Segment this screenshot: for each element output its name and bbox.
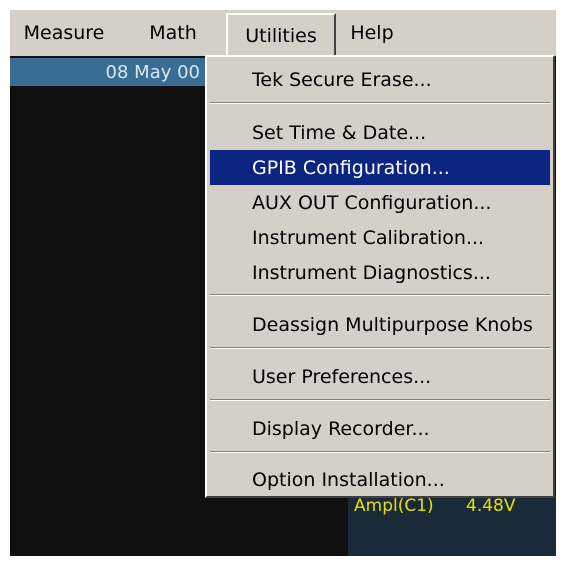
menu-utilities-label: Utilities xyxy=(245,24,317,47)
menu-item-label: Instrument Calibration... xyxy=(252,226,485,249)
menu-item-option-installation[interactable]: Option Installation... xyxy=(210,462,550,497)
menu-item-label: Option Installation... xyxy=(252,468,445,491)
menu-help[interactable]: Help xyxy=(344,10,400,56)
menu-separator xyxy=(210,399,550,401)
menu-math[interactable]: Math xyxy=(138,10,208,56)
measurement-label: Ampl(C1) xyxy=(354,496,434,516)
menu-item-instrument-diagnostics[interactable]: Instrument Diagnostics... xyxy=(210,255,550,290)
menu-item-label: Deassign Multipurpose Knobs xyxy=(252,313,533,336)
menu-measure[interactable]: Measure xyxy=(16,10,112,56)
menu-item-aux-out-configuration[interactable]: AUX OUT Configuration... xyxy=(210,185,550,220)
menu-item-set-time-date[interactable]: Set Time & Date... xyxy=(210,115,550,150)
menu-separator xyxy=(210,102,550,104)
menu-item-label: User Preferences... xyxy=(252,365,432,388)
menu-separator xyxy=(210,451,550,453)
menu-item-instrument-calibration[interactable]: Instrument Calibration... xyxy=(210,220,550,255)
menu-item-tek-secure-erase[interactable]: Tek Secure Erase... xyxy=(210,62,550,97)
menu-item-label: Instrument Diagnostics... xyxy=(252,261,491,284)
menu-separator xyxy=(210,347,550,349)
menu-item-label: Tek Secure Erase... xyxy=(252,68,432,91)
menu-separator xyxy=(210,294,550,296)
menu-item-label: AUX OUT Configuration... xyxy=(252,191,492,214)
menu-utilities[interactable]: Utilities xyxy=(226,13,336,56)
menu-measure-label: Measure xyxy=(23,22,105,44)
menu-item-label: GPIB Configuration... xyxy=(252,156,450,179)
menu-item-deassign-knobs[interactable]: Deassign Multipurpose Knobs xyxy=(210,307,550,342)
menu-item-label: Set Time & Date... xyxy=(252,121,427,144)
menu-help-label: Help xyxy=(350,22,394,44)
date-readout: 08 May 00 xyxy=(10,58,206,86)
menu-item-label: Display Recorder... xyxy=(252,417,430,440)
utilities-dropdown: Tek Secure Erase... Set Time & Date... G… xyxy=(205,55,555,498)
measurement-value: 4.48V xyxy=(466,496,516,516)
menu-math-label: Math xyxy=(149,22,197,44)
menu-bar: Measure Math Utilities Help xyxy=(10,10,556,56)
menu-item-display-recorder[interactable]: Display Recorder... xyxy=(210,411,550,446)
menu-item-gpib-configuration[interactable]: GPIB Configuration... xyxy=(210,150,550,185)
menu-item-user-preferences[interactable]: User Preferences... xyxy=(210,359,550,394)
date-text: 08 May 00 xyxy=(105,61,200,83)
